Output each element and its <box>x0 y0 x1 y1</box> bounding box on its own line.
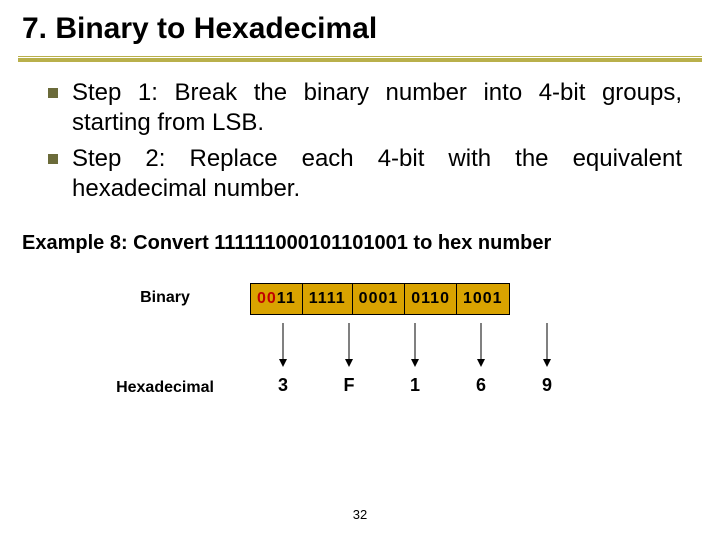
slide-title: 7. Binary to Hexadecimal <box>22 12 698 46</box>
binary-cell: 0011 <box>251 284 303 315</box>
pad-zero: 00 <box>257 290 277 307</box>
hex-cell: F <box>316 375 382 396</box>
arrow-row <box>0 323 720 367</box>
bits: 0110 <box>411 290 450 307</box>
bullet-square-icon <box>48 88 58 98</box>
bullet-text: Step 1: Break the binary number into 4-b… <box>72 78 682 138</box>
bullet-item: Step 2: Replace each 4-bit with the equi… <box>48 144 682 204</box>
bullet-text: Step 2: Replace each 4-bit with the equi… <box>72 144 682 204</box>
binary-row: Binary 0011 1111 0001 0110 1001 <box>0 283 720 315</box>
binary-cell: 1001 <box>456 284 509 315</box>
hex-cell: 9 <box>514 375 580 396</box>
page-number: 32 <box>0 507 720 522</box>
arrow-down-icon <box>250 323 316 367</box>
arrow-down-icon <box>316 323 382 367</box>
hex-cell: 3 <box>250 375 316 396</box>
hex-row: Hexadecimal 3 F 1 6 9 <box>0 373 720 397</box>
arrow-down-icon <box>382 323 448 367</box>
bits: 0001 <box>359 290 399 307</box>
bits: 1111 <box>309 290 346 307</box>
binary-label: Binary <box>80 283 250 307</box>
example-label: Example 8: Convert 111111000101101001 to… <box>0 210 720 255</box>
binary-cell: 1111 <box>302 284 352 315</box>
bits: 11 <box>277 290 296 307</box>
hex-cell: 1 <box>382 375 448 396</box>
binary-cell: 0110 <box>405 284 457 315</box>
arrow-down-icon <box>514 323 580 367</box>
binary-table: 0011 1111 0001 0110 1001 <box>250 283 510 315</box>
bullet-list: Step 1: Break the binary number into 4-b… <box>0 62 720 204</box>
hex-label: Hexadecimal <box>80 373 250 397</box>
bullet-square-icon <box>48 154 58 164</box>
hex-cell: 6 <box>448 375 514 396</box>
arrow-down-icon <box>448 323 514 367</box>
bits: 1001 <box>463 290 503 307</box>
binary-cell: 0001 <box>352 284 405 315</box>
bullet-item: Step 1: Break the binary number into 4-b… <box>48 78 682 138</box>
